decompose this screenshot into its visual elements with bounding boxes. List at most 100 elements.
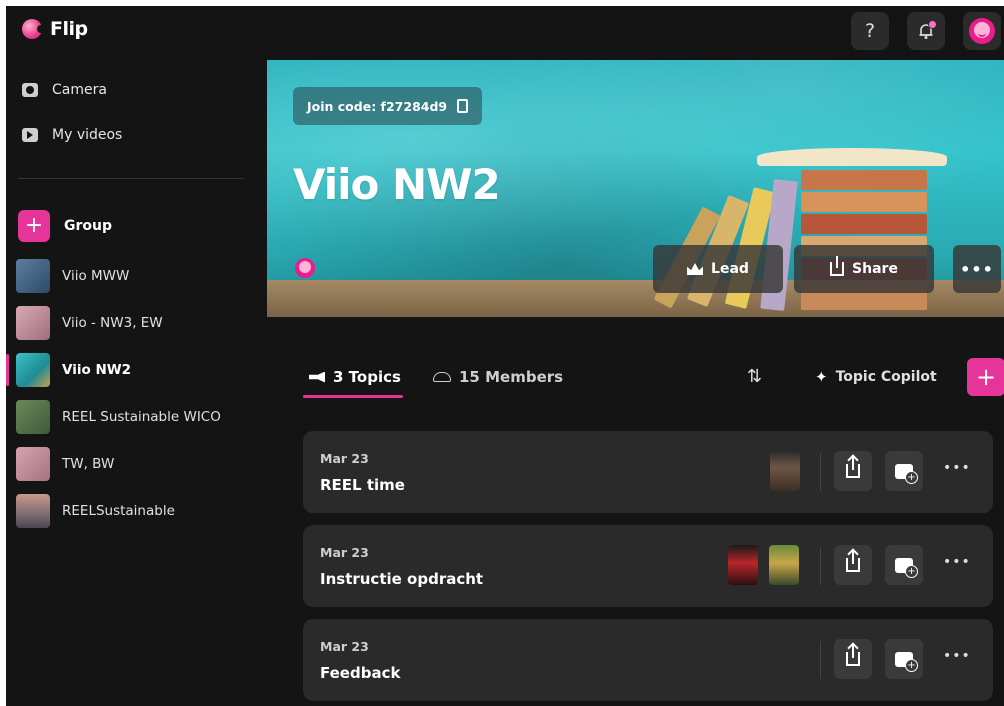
topic-card[interactable]: Mar 23 Feedback ••• [303,619,993,701]
main-content: Join code: f27284d9 Viio NW2 Lead Share … [267,58,1004,706]
sidebar-item-label: Camera [52,82,107,98]
lead-button[interactable]: Lead [653,245,783,293]
sidebar-group-item[interactable]: Viio MWW [6,256,262,296]
group-thumbnail [16,447,50,481]
topic-more-button[interactable]: ••• [943,460,971,476]
video-icon [22,128,38,142]
topic-copilot-label: Topic Copilot [835,369,937,385]
topic-card[interactable]: Mar 23 REEL time ••• [303,431,993,513]
camera-plus-icon [895,463,918,484]
flip-logo-icon [22,19,45,39]
add-group-label: Group [64,218,113,234]
divider [820,547,821,585]
topic-more-button[interactable]: ••• [943,648,971,664]
share-topic-button[interactable] [834,639,872,679]
more-icon: ••• [960,259,994,279]
sidebar-group-item[interactable]: TW, BW [6,444,262,484]
megaphone-icon [309,371,325,383]
group-thumbnail [16,306,50,340]
share-topic-button[interactable] [834,545,872,585]
topic-date: Mar 23 [320,545,369,560]
camera-icon [22,83,38,97]
share-topic-button[interactable] [834,451,872,491]
divider [820,641,821,679]
group-label: Viio - NW3, EW [62,315,163,331]
sidebar-group-item[interactable]: Viio - NW3, EW [6,303,262,343]
more-options-button[interactable]: ••• [953,245,1001,293]
top-bar: Flip ? [6,6,1004,58]
notifications-button[interactable] [907,12,945,50]
tab-topics[interactable]: 3 Topics [309,368,401,386]
topic-title: Feedback [320,664,401,682]
app-name: Flip [50,18,88,40]
divider [820,453,821,491]
owner-avatar[interactable] [295,258,315,278]
sidebar-item-camera[interactable]: Camera [22,82,107,98]
group-label: TW, BW [62,456,115,472]
sidebar-group-item[interactable]: REELSustainable [6,491,262,531]
share-icon [830,256,845,276]
group-label: REEL Sustainable WICO [62,409,221,425]
sort-button[interactable]: ⇅ [747,366,762,387]
sidebar-group-item-active[interactable]: Viio NW2 [6,350,262,390]
sidebar-group-item[interactable]: REEL Sustainable WICO [6,397,262,437]
sidebar-item-label: My videos [52,127,123,143]
tab-topics-label: 3 Topics [333,368,401,386]
topic-copilot-button[interactable]: ✦ Topic Copilot [815,368,937,386]
lead-label: Lead [711,261,749,277]
video-thumbnail[interactable] [769,545,799,585]
flip-logo[interactable]: Flip [22,18,88,40]
group-thumbnail [16,494,50,528]
topic-title: REEL time [320,476,405,494]
help-icon: ? [864,20,876,42]
camera-plus-icon [895,557,918,578]
profile-button[interactable] [963,12,1001,50]
record-video-button[interactable] [885,639,923,679]
group-label: Viio MWW [62,268,130,284]
camera-plus-icon [895,651,918,672]
group-title: Viio NW2 [293,160,501,209]
people-icon [433,372,451,382]
record-video-button[interactable] [885,451,923,491]
group-thumbnail [16,259,50,293]
group-banner: Join code: f27284d9 Viio NW2 Lead Share … [267,60,1004,317]
topic-date: Mar 23 [320,639,369,654]
active-tab-indicator [303,395,403,398]
tab-members-label: 15 Members [459,368,564,386]
banner-book-illustration [801,192,927,212]
video-thumbnail[interactable] [728,545,758,585]
share-button[interactable]: Share [794,245,934,293]
group-label: REELSustainable [62,503,175,519]
add-group-button[interactable]: + Group [18,210,112,242]
topic-card[interactable]: Mar 23 Instructie opdracht ••• [303,525,993,607]
group-thumbnail [16,353,50,387]
crown-icon [687,263,704,275]
sort-icon: ⇅ [747,366,763,387]
sparkle-icon: ✦ [815,368,828,386]
help-button[interactable]: ? [851,12,889,50]
tab-members[interactable]: 15 Members [433,368,563,386]
record-video-button[interactable] [885,545,923,585]
sidebar-item-my-videos[interactable]: My videos [22,127,122,143]
topic-more-button[interactable]: ••• [943,554,971,570]
banner-book-illustration [801,214,927,234]
notification-dot [928,20,937,29]
sidebar-divider [18,178,244,179]
copy-icon [457,99,469,113]
add-topic-button[interactable]: + [967,358,1004,396]
video-thumbnail[interactable] [770,451,800,491]
plus-icon: + [975,363,997,391]
join-code-text: Join code: f27284d9 [307,98,448,114]
join-code-button[interactable]: Join code: f27284d9 [293,87,483,125]
group-thumbnail [16,400,50,434]
topic-title: Instructie opdracht [320,570,484,588]
app-window: Flip ? Camera My videos + Group Viio MWW… [6,6,1004,706]
banner-book-illustration [801,170,927,190]
active-indicator [6,354,9,386]
share-label: Share [852,261,898,277]
upload-icon [846,645,860,666]
banner-book-illustration [757,148,947,166]
plus-icon: + [18,210,50,242]
group-tabs: 3 Topics 15 Members ⇅ ✦ Topic Copilot + [267,348,1004,408]
sidebar: Camera My videos + Group Viio MWW Viio -… [6,58,262,706]
